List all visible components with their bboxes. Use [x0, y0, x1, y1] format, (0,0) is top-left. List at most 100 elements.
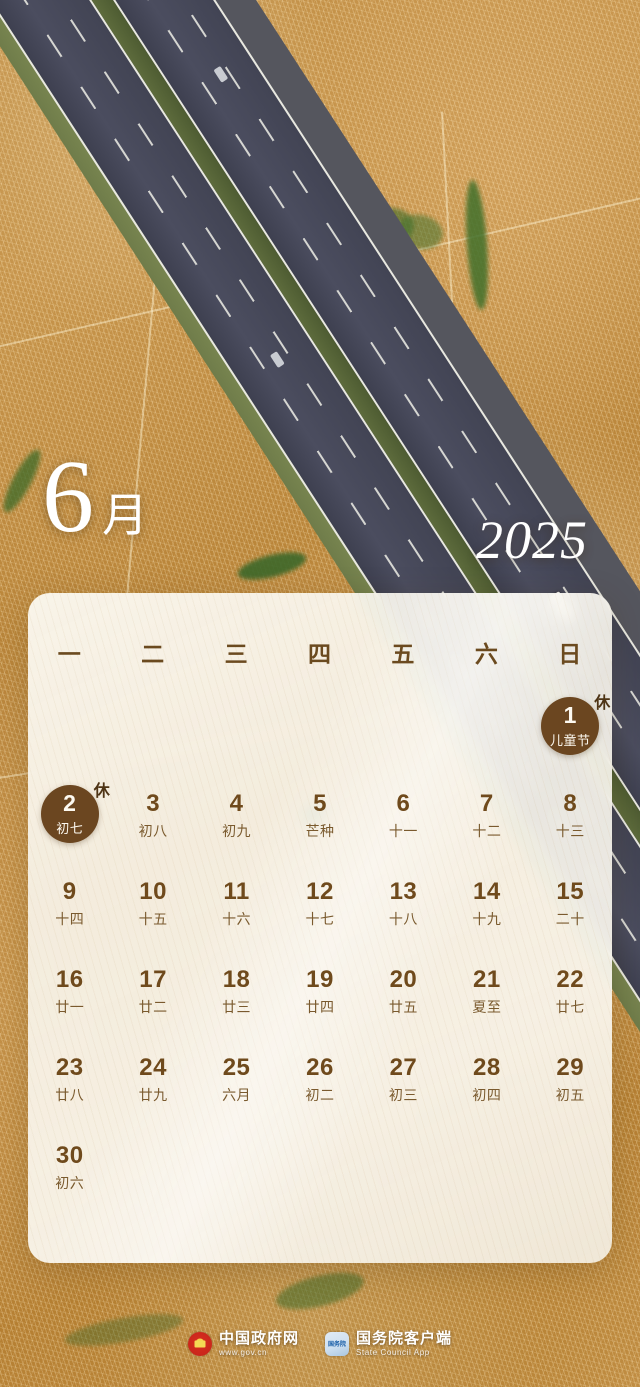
year-label: 2025: [476, 510, 588, 570]
state-council-app-name-en: State Council App: [356, 1347, 430, 1357]
day-cell-28[interactable]: 28 初四: [445, 1047, 528, 1135]
day-number: 29: [556, 1054, 585, 1081]
day-cell-4[interactable]: 4 初九: [195, 783, 278, 871]
day-number: 17: [139, 966, 167, 993]
lunar-label: 初八: [138, 823, 168, 840]
day-cell-21[interactable]: 21 夏至: [445, 959, 528, 1047]
lunar-label: 夏至: [472, 999, 502, 1016]
day-number: 7: [479, 790, 494, 817]
day-cell-3[interactable]: 3 初八: [111, 783, 194, 871]
lunar-label: 十三: [555, 823, 585, 840]
day-number: 27: [389, 1054, 418, 1081]
lunar-label: 十九: [472, 911, 502, 928]
day-number: 1: [563, 702, 577, 728]
day-cell-24[interactable]: 24 廿九: [111, 1047, 194, 1135]
lunar-label: 二十: [555, 911, 585, 928]
lunar-label: 廿九: [138, 1087, 168, 1104]
day-cell-25[interactable]: 25 六月: [195, 1047, 278, 1135]
day-cell-18[interactable]: 18 廿三: [195, 959, 278, 1047]
lunar-label: 芒种: [305, 823, 335, 840]
day-number: 15: [556, 878, 585, 905]
lunar-label: 初五: [555, 1087, 585, 1104]
day-cell-8[interactable]: 8 十三: [529, 783, 612, 871]
day-cell-22[interactable]: 22 廿七: [529, 959, 612, 1047]
day-number: 28: [473, 1054, 501, 1081]
day-number: 5: [313, 790, 327, 817]
day-number: 21: [473, 966, 501, 993]
day-cell-17[interactable]: 17 廿二: [111, 959, 194, 1047]
lunar-label: 廿七: [555, 999, 585, 1016]
day-cell-29[interactable]: 29 初五: [529, 1047, 612, 1135]
day-cell-5[interactable]: 5 芒种: [278, 783, 361, 871]
day-cell-6[interactable]: 6 十一: [362, 783, 445, 871]
day-cell-1[interactable]: 休 1 儿童节: [529, 695, 612, 783]
day-cell-15[interactable]: 15 二十: [529, 871, 612, 959]
day-number: 23: [55, 1054, 84, 1081]
lunar-label: 十八: [388, 911, 418, 928]
day-grid: 休 1 儿童节休 2 初七 3 初八 4 初九 5 芒种 6 十一 7 十二 8 十三 9 十四 10 十五 11 十六 12…: [28, 695, 612, 1223]
day-cell-13[interactable]: 13 十八: [362, 871, 445, 959]
weekday-label-0: 一: [57, 641, 82, 667]
national-emblem-icon: [187, 1331, 212, 1356]
weekday-label-4: 五: [391, 641, 416, 667]
day-number: 16: [55, 966, 84, 993]
lunar-label: 廿八: [55, 1087, 85, 1104]
day-number: 25: [222, 1054, 251, 1081]
lunar-label: 廿五: [388, 999, 418, 1016]
lunar-label: 廿一: [55, 999, 85, 1016]
day-cell-11[interactable]: 11 十六: [195, 871, 278, 959]
day-number: 18: [222, 966, 251, 993]
state-council-app-icon: 国务院: [325, 1331, 349, 1356]
app-icon-label: 国务院: [327, 1342, 346, 1349]
day-cell-7[interactable]: 7 十二: [445, 783, 528, 871]
lunar-label: 十五: [138, 911, 168, 928]
weekday-header-row: 一二三四五六日: [28, 635, 612, 669]
day-cell-27[interactable]: 27 初三: [362, 1047, 445, 1135]
day-number: 22: [556, 966, 585, 993]
day-cell-16[interactable]: 16 廿一: [28, 959, 111, 1047]
rest-badge: 休: [594, 695, 611, 712]
lunar-label: 廿二: [138, 999, 168, 1016]
lunar-label: 廿三: [222, 999, 252, 1016]
day-cell-23[interactable]: 23 廿八: [28, 1047, 111, 1135]
lunar-label: 初九: [222, 823, 252, 840]
day-cell-12[interactable]: 12 十七: [278, 871, 361, 959]
gov-site-brand[interactable]: 中国政府网 www.gov.cn: [187, 1329, 299, 1357]
footer-branding: 中国政府网 www.gov.cn 国务院 国务院客户端 State Counci…: [0, 1331, 640, 1357]
weekday-label-3: 四: [307, 641, 332, 667]
weekday-label-1: 二: [141, 641, 166, 667]
day-number: 10: [139, 878, 167, 905]
state-council-app-name-cn: 国务院客户端: [356, 1329, 453, 1347]
gov-site-name-cn: 中国政府网: [218, 1329, 299, 1347]
day-number: 20: [389, 966, 418, 993]
day-cell-30[interactable]: 30 初六: [28, 1135, 111, 1223]
day-number: 11: [223, 878, 250, 905]
lunar-label: 六月: [222, 1087, 252, 1104]
lunar-label: 初七: [56, 821, 84, 837]
day-cell-19[interactable]: 19 廿四: [278, 959, 361, 1047]
lunar-label: 儿童节: [550, 733, 591, 749]
weekday-label-2: 三: [224, 641, 249, 667]
day-number: 3: [146, 790, 161, 817]
lunar-label: 廿四: [305, 999, 335, 1016]
lunar-label: 十七: [305, 911, 335, 928]
lunar-label: 初三: [388, 1087, 418, 1104]
calendar-wallpaper: 6 月 2025 一二三四五六日 休 1 儿童节休 2 初七 3 初八 4 初九 5 芒种 6 十一 7 十…: [0, 0, 640, 1387]
day-cell-2[interactable]: 休 2 初七: [28, 783, 111, 871]
lunar-label: 十四: [55, 911, 85, 928]
day-number: 2: [63, 790, 77, 816]
day-number: 19: [306, 966, 334, 993]
lunar-label: 十六: [222, 911, 252, 928]
day-cell-20[interactable]: 20 廿五: [362, 959, 445, 1047]
day-cell-14[interactable]: 14 十九: [445, 871, 528, 959]
state-council-app-brand[interactable]: 国务院 国务院客户端 State Council App: [325, 1331, 452, 1357]
day-number: 14: [473, 878, 501, 905]
day-cell-9[interactable]: 9 十四: [28, 871, 111, 959]
lunar-label: 十一: [388, 823, 418, 840]
day-cell-10[interactable]: 10 十五: [111, 871, 194, 959]
day-number: 13: [389, 878, 418, 905]
lunar-label: 初四: [472, 1087, 502, 1104]
day-number: 9: [62, 878, 77, 905]
day-cell-26[interactable]: 26 初二: [278, 1047, 361, 1135]
weekday-label-5: 六: [474, 641, 499, 667]
